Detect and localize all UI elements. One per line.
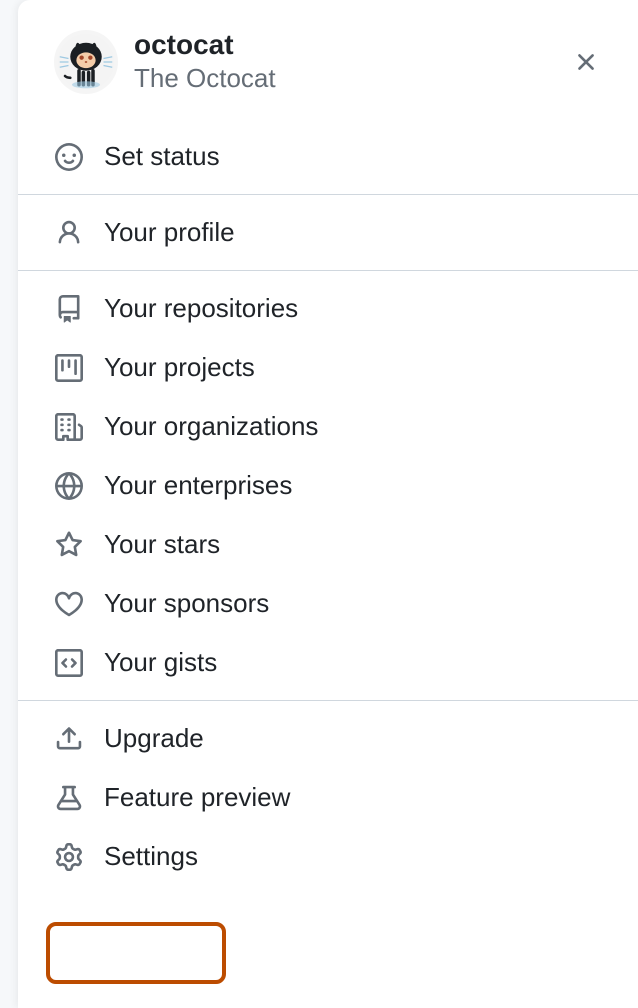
organization-icon: [54, 412, 84, 442]
smiley-icon: [54, 142, 84, 172]
menu-label: Your organizations: [104, 411, 318, 442]
close-icon: [572, 48, 600, 76]
menu-item-your-enterprises[interactable]: Your enterprises: [18, 456, 638, 515]
menu-label: Settings: [104, 841, 198, 872]
repo-icon: [54, 294, 84, 324]
menu-label: Feature preview: [104, 782, 290, 813]
octocat-avatar-icon: [58, 34, 114, 90]
menu-item-your-stars[interactable]: Your stars: [18, 515, 638, 574]
display-name: The Octocat: [134, 62, 566, 96]
menu-label: Your profile: [104, 217, 235, 248]
menu-item-set-status[interactable]: Set status: [18, 127, 638, 186]
code-square-icon: [54, 648, 84, 678]
menu-item-your-sponsors[interactable]: Your sponsors: [18, 574, 638, 633]
menu-item-upgrade[interactable]: Upgrade: [18, 709, 638, 768]
menu-label: Your enterprises: [104, 470, 292, 501]
user-info: octocat The Octocat: [134, 28, 566, 95]
star-icon: [54, 530, 84, 560]
menu-label: Upgrade: [104, 723, 204, 754]
close-button[interactable]: [566, 42, 606, 82]
menu-section-profile: Your profile: [18, 195, 638, 270]
menu-item-your-gists[interactable]: Your gists: [18, 633, 638, 692]
person-icon: [54, 218, 84, 248]
menu-section-status: Set status: [18, 119, 638, 194]
menu-item-settings[interactable]: Settings: [18, 827, 638, 886]
menu-item-your-projects[interactable]: Your projects: [18, 338, 638, 397]
menu-header: octocat The Octocat: [18, 0, 638, 119]
project-icon: [54, 353, 84, 383]
user-menu-panel: octocat The Octocat Set status Your prof…: [18, 0, 638, 1008]
menu-section-account: Upgrade Feature preview Settings: [18, 701, 638, 894]
menu-label: Set status: [104, 141, 220, 172]
globe-icon: [54, 471, 84, 501]
upload-icon: [54, 724, 84, 754]
menu-label: Your gists: [104, 647, 217, 678]
menu-label: Your stars: [104, 529, 220, 560]
heart-icon: [54, 589, 84, 619]
gear-icon: [54, 842, 84, 872]
menu-label: Your sponsors: [104, 588, 269, 619]
menu-item-feature-preview[interactable]: Feature preview: [18, 768, 638, 827]
menu-section-your-items: Your repositories Your projects Your org…: [18, 271, 638, 700]
menu-label: Your projects: [104, 352, 255, 383]
menu-label: Your repositories: [104, 293, 298, 324]
menu-item-your-repositories[interactable]: Your repositories: [18, 279, 638, 338]
menu-item-your-organizations[interactable]: Your organizations: [18, 397, 638, 456]
avatar[interactable]: [54, 30, 118, 94]
menu-item-your-profile[interactable]: Your profile: [18, 203, 638, 262]
username: octocat: [134, 28, 566, 62]
beaker-icon: [54, 783, 84, 813]
